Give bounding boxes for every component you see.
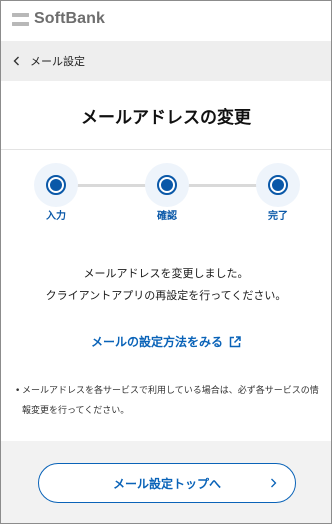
page-frame: SoftBank メール設定 メールアドレスの変更 入力 確認 完了 メールアド… (0, 0, 332, 524)
step-2-marker (145, 163, 189, 207)
step-1-dot-icon (46, 175, 66, 195)
softbank-logo-icon (12, 12, 29, 26)
step-1-marker (34, 163, 78, 207)
footer-area: メール設定トップへ (1, 441, 331, 523)
softbank-logo[interactable]: SoftBank (12, 10, 105, 28)
step-2-dot-icon (157, 175, 177, 195)
completion-message-line-1: メールアドレスを変更しました。 (83, 267, 249, 280)
top-bar: SoftBank (1, 1, 331, 41)
mail-setup-guide-link[interactable]: メールの設定方法をみる (1, 333, 331, 350)
mail-settings-top-label: メール設定トップへ (112, 476, 221, 491)
mail-settings-top-button[interactable]: メール設定トップへ (38, 463, 296, 503)
breadcrumb-label: メール設定 (30, 55, 85, 68)
chevron-left-icon (13, 56, 19, 66)
step-2-label: 確認 (157, 211, 177, 222)
page-title: メールアドレスの変更 (81, 107, 251, 128)
external-link-icon (229, 335, 241, 347)
chevron-right-icon (271, 478, 277, 488)
completion-message-line-2: クライアントアプリの再設定を行ってください。 (45, 289, 287, 302)
title-divider (1, 149, 331, 150)
step-1-label: 入力 (46, 211, 66, 222)
breadcrumb-back-link[interactable]: メール設定 (1, 41, 331, 81)
step-3-label: 完了 (268, 211, 288, 222)
mail-setup-guide-label: メールの設定方法をみる (90, 335, 223, 349)
service-update-note: • メールアドレスを各サービスで利用している場合は、必ず各サービスの情報変更を行… (15, 381, 319, 421)
note-bullet: • (15, 386, 21, 396)
step-3-dot-icon (268, 175, 288, 195)
step-3-marker (256, 163, 300, 207)
progress-stepper: 入力 確認 完了 (1, 163, 331, 233)
note-text: メールアドレスを各サービスで利用している場合は、必ず各サービスの情報変更を行って… (22, 386, 319, 416)
brand-name: SoftBank (34, 10, 106, 27)
completion-message: メールアドレスを変更しました。 クライアントアプリの再設定を行ってください。 (1, 263, 331, 307)
